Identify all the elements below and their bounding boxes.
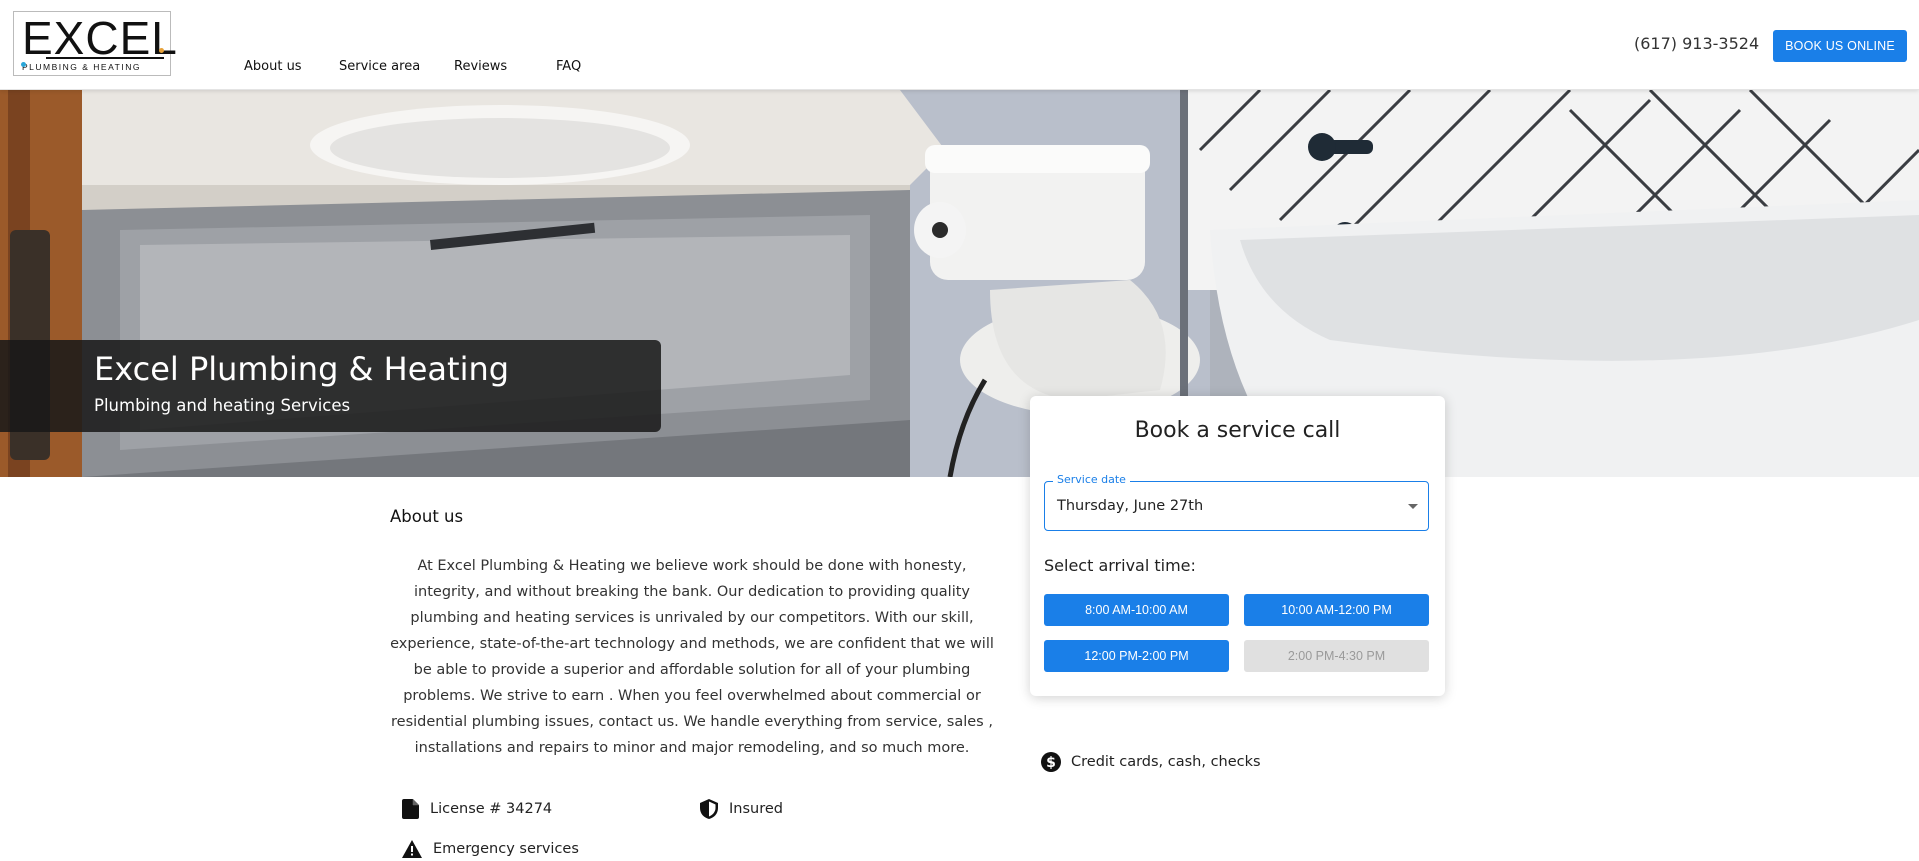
slot-10am-12pm[interactable]: 10:00 AM-12:00 PM <box>1244 594 1429 626</box>
booking-title: Book a service call <box>1134 418 1341 443</box>
emergency-item: Emergency services <box>402 840 579 858</box>
hero-caption: Excel Plumbing & Heating Plumbing and he… <box>0 340 661 432</box>
arrival-time-label: Select arrival time: <box>1044 556 1196 575</box>
logo[interactable]: EXCEL PLUMBING & HEATING <box>13 11 178 76</box>
license-item: License # 34274 <box>402 799 552 819</box>
slot-2pm-430pm: 2:00 PM-4:30 PM <box>1244 640 1429 672</box>
slot-12pm-2pm[interactable]: 12:00 PM-2:00 PM <box>1044 640 1229 672</box>
warning-icon <box>402 840 422 858</box>
hero-subtitle: Plumbing and heating Services <box>94 396 351 415</box>
nav-service-area[interactable]: Service area <box>339 59 420 74</box>
about-heading: About us <box>390 507 464 526</box>
about-text: At Excel Plumbing & Heating we believe w… <box>390 558 994 756</box>
service-date-select[interactable]: Service date Thursday, June 27th <box>1044 473 1429 531</box>
logo-orange-dot <box>159 48 164 53</box>
license-text: License # 34274 <box>430 801 553 817</box>
logo-underline <box>46 57 164 59</box>
logo-word: EXCEL <box>22 12 178 64</box>
phone-number[interactable]: (617) 913-3524 <box>1634 34 1759 53</box>
dollar-icon: $ <box>1041 752 1061 772</box>
logo-blue-dot <box>21 62 26 67</box>
chevron-down-icon <box>1408 504 1418 509</box>
insured-text: Insured <box>729 801 783 817</box>
nav-reviews[interactable]: Reviews <box>454 59 507 74</box>
insured-item: Insured <box>700 799 783 819</box>
emergency-text: Emergency services <box>433 841 579 857</box>
svg-text:$: $ <box>1046 755 1056 771</box>
nav-faq[interactable]: FAQ <box>556 59 581 74</box>
shield-icon <box>700 799 718 819</box>
service-date-value: Thursday, June 27th <box>1057 498 1204 514</box>
hero-title: Excel Plumbing & Heating <box>94 350 510 388</box>
book-us-online-button[interactable]: BOOK US ONLINE <box>1773 30 1907 62</box>
booking-card: Book a service call Service date Thursda… <box>1030 396 1445 696</box>
nav-about-us[interactable]: About us <box>244 59 302 74</box>
site-header: EXCEL PLUMBING & HEATING About us Servic… <box>0 0 1919 90</box>
payment-item: $ Credit cards, cash, checks <box>1041 752 1261 772</box>
payment-text: Credit cards, cash, checks <box>1071 754 1261 770</box>
slot-8am-10am[interactable]: 8:00 AM-10:00 AM <box>1044 594 1229 626</box>
service-date-label: Service date <box>1053 473 1130 486</box>
document-icon <box>402 799 419 819</box>
